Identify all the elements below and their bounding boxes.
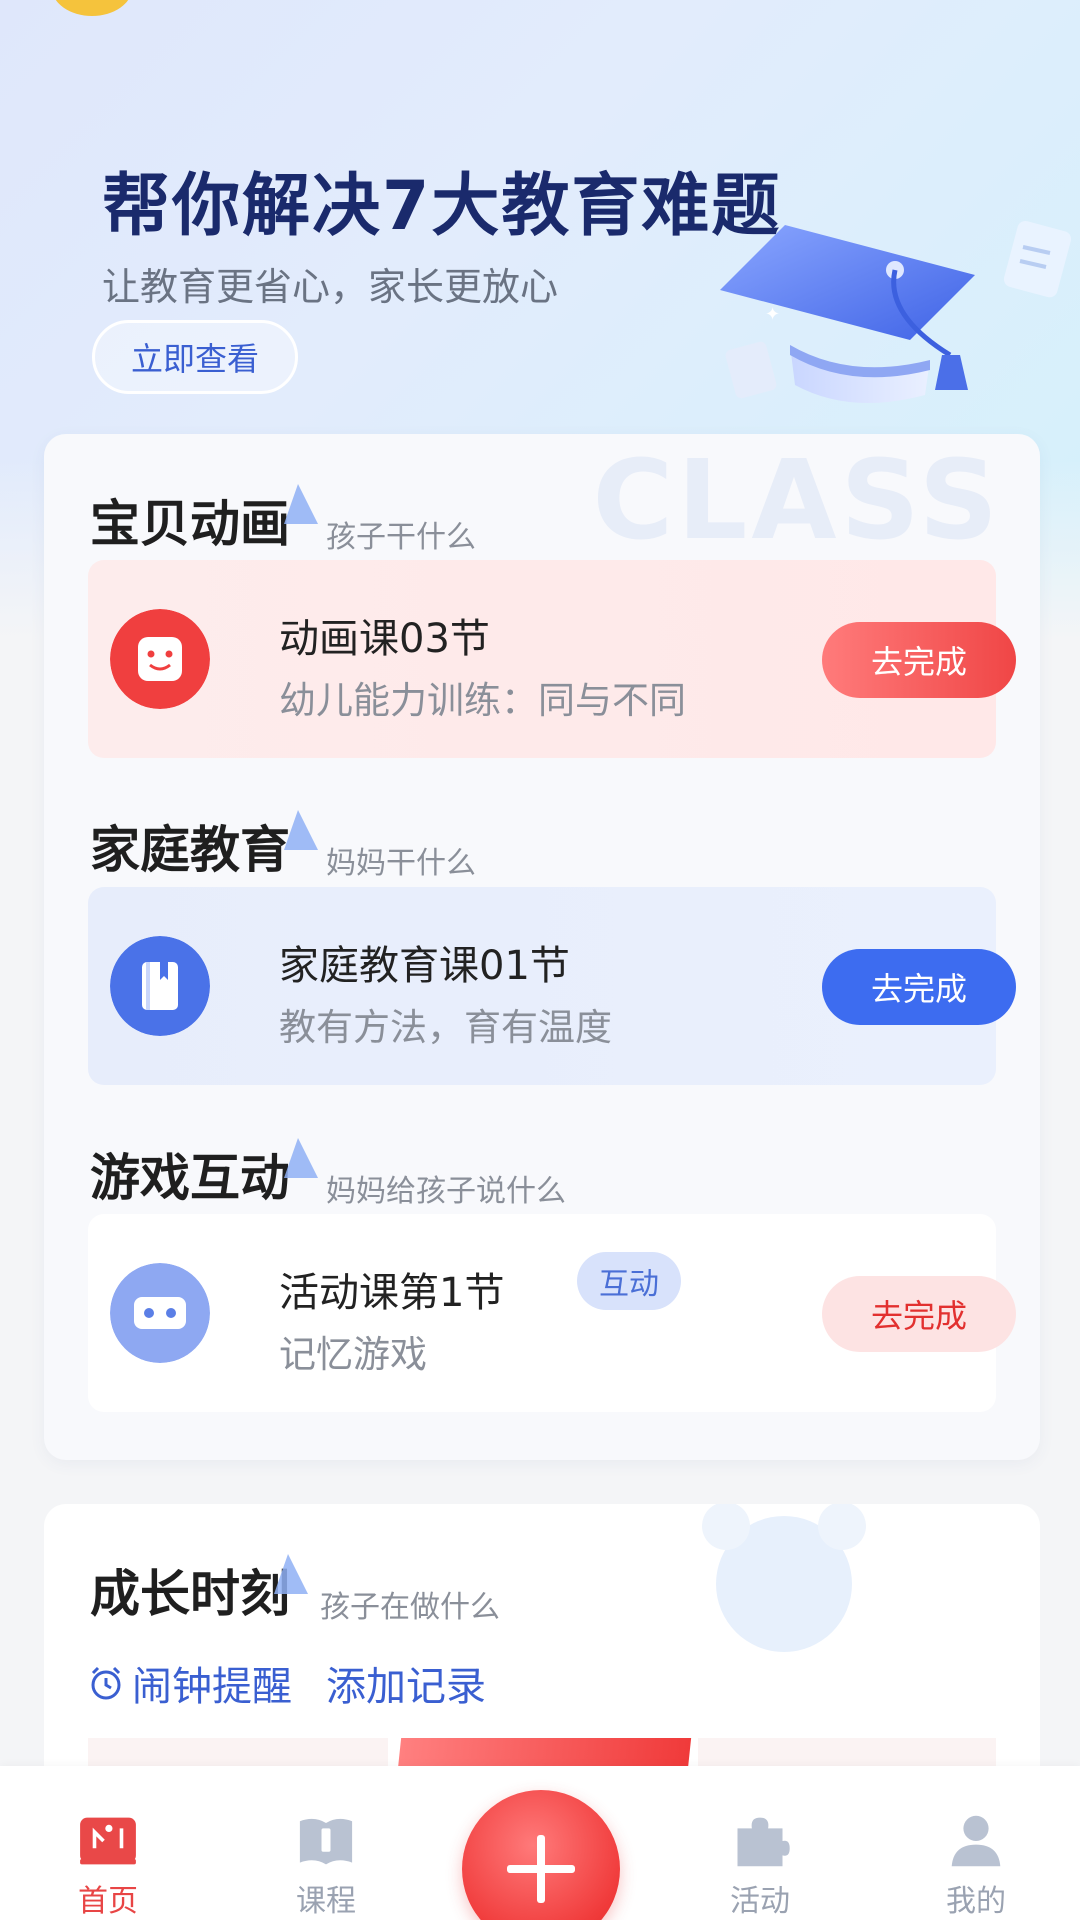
tab-label: 活动: [730, 1884, 790, 1919]
vr-glasses-icon: [110, 1263, 210, 1363]
triangle-decoration-icon: [284, 1138, 318, 1178]
home-icon: [80, 1817, 136, 1865]
triangle-decoration-icon: [284, 810, 318, 850]
tab-label: 我的: [946, 1884, 1006, 1919]
section-subtitle-game: 妈妈给孩子说什么: [326, 1174, 566, 1209]
class-watermark: CLASS: [592, 436, 1002, 564]
section-title-animation: 宝贝动画: [90, 495, 290, 553]
task-card-family[interactable]: 家庭教育课01节 教有方法，育有温度 去完成: [88, 887, 1016, 1085]
complete-button[interactable]: 去完成: [822, 622, 1016, 698]
triangle-decoration-icon: [274, 1554, 308, 1594]
section-title-game: 游戏互动: [90, 1149, 290, 1207]
task-description: 记忆游戏: [279, 1333, 427, 1376]
complete-button[interactable]: 去完成: [822, 949, 1016, 1025]
banner-title: 帮你解决7大教育难题: [102, 167, 782, 246]
view-now-button[interactable]: 立即查看: [92, 320, 298, 394]
triangle-decoration-icon: [284, 484, 318, 524]
book-open-icon: [299, 1818, 353, 1865]
tab-home[interactable]: 首页: [38, 1766, 178, 1920]
task-description: 幼儿能力训练：同与不同: [279, 679, 686, 722]
task-description: 教有方法，育有温度: [279, 1006, 612, 1049]
user-icon: [951, 1815, 1001, 1867]
section-subtitle-animation: 孩子干什么: [326, 520, 476, 555]
section-subtitle-family: 妈妈干什么: [326, 846, 476, 881]
clock-icon: [91, 1666, 121, 1700]
task-title: 动画课03节: [279, 616, 490, 662]
interactive-tag: 互动: [577, 1252, 681, 1310]
section-title-growth: 成长时刻: [90, 1565, 290, 1623]
task-card-game[interactable]: 活动课第1节 互动 记忆游戏 去完成: [88, 1214, 1016, 1412]
tab-label: 课程: [296, 1884, 356, 1919]
tab-profile[interactable]: 我的: [906, 1766, 1046, 1920]
tab-courses[interactable]: 课程: [256, 1766, 396, 1920]
puzzle-icon: [737, 1817, 790, 1867]
tab-activities[interactable]: 活动: [690, 1766, 830, 1920]
add-record-link[interactable]: 添加记录: [326, 1654, 486, 1712]
task-card-animation[interactable]: 动画课03节 幼儿能力训练：同与不同 去完成: [88, 560, 1016, 758]
tab-label: 首页: [78, 1884, 138, 1919]
alarm-reminder-link[interactable]: 闹钟提醒: [88, 1654, 292, 1712]
tasks-card: CLASS 宝贝动画 孩子干什么 动画课03节 幼儿能力训练：同与不同 去完成 …: [44, 434, 1040, 1460]
graduation-cap-icon: ✦: [720, 220, 1072, 403]
alarm-reminder-label: 闹钟提醒: [132, 1664, 292, 1710]
section-title-family: 家庭教育: [90, 821, 290, 879]
complete-button[interactable]: 去完成: [822, 1276, 1016, 1352]
svg-text:✦: ✦: [765, 304, 780, 325]
task-title: 活动课第1节: [279, 1270, 505, 1316]
plus-icon: [507, 1835, 575, 1903]
smiley-icon: [110, 609, 210, 709]
alarm-clock-icon: [702, 1504, 866, 1652]
growth-actions: 闹钟提醒 添加记录: [88, 1654, 486, 1712]
task-title: 家庭教育课01节: [279, 943, 570, 989]
book-icon: [110, 936, 210, 1036]
banner-subtitle: 让教育更省心，家长更放心: [102, 265, 559, 309]
section-subtitle-growth: 孩子在做什么: [320, 1590, 500, 1625]
